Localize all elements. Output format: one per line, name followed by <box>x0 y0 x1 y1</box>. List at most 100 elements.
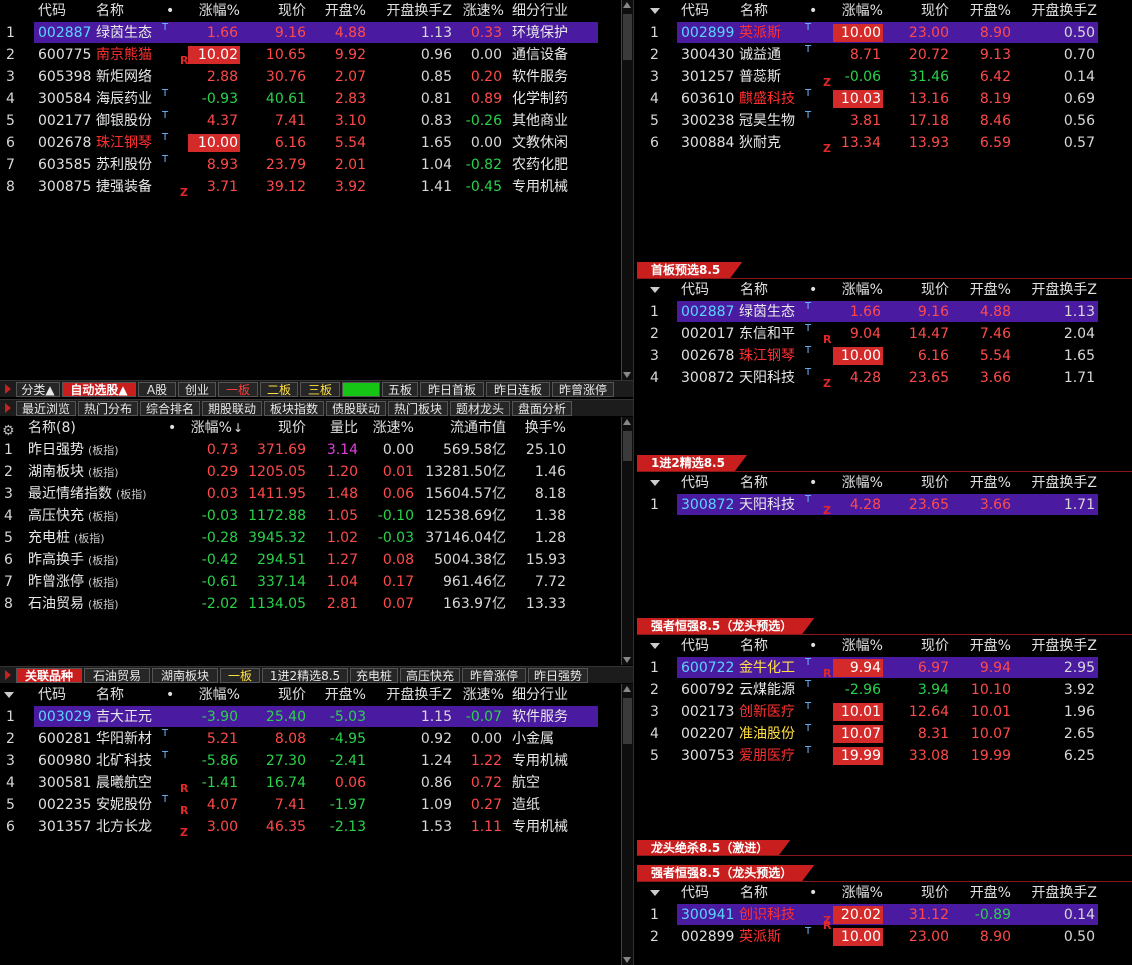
header-open-turnover[interactable]: 开盘换手Z <box>1017 0 1097 22</box>
tab-3[interactable]: 创业 <box>178 382 216 397</box>
tab-6[interactable]: 热门板块 <box>388 401 448 416</box>
tab-10[interactable]: 昨日连板 <box>486 382 550 397</box>
header-price[interactable]: 现价 <box>252 684 306 706</box>
sector-row[interactable]: 3 最近情绪指数 (板指) 0.03 1411.95 1.48 0.06 15604.57亿 8… <box>0 483 620 505</box>
tab-0[interactable]: 分类▲ <box>16 382 60 397</box>
sector-row[interactable]: 6 昨高换手 (板指) -0.42 294.51 1.27 0.08 5004.38亿 15.9… <box>0 549 620 571</box>
tab-8[interactable]: 盘面分析 <box>512 401 572 416</box>
scroll-down-arrow-icon[interactable] <box>623 657 631 663</box>
tab-6[interactable]: 三板 <box>300 382 340 397</box>
table-row[interactable]: 1 002887 绿茵生态 T 1.66 9.16 4.88 1.13 0.33 环境保护 <box>0 22 620 44</box>
table-row[interactable]: 4 300872 天阳科技 T Z 4.28 23.65 3.66 1.71 <box>637 367 1132 390</box>
table-row[interactable]: 4 002207 准油股份 T 10.07 8.31 10.07 2.65 <box>637 723 1132 745</box>
table-row[interactable]: 1 002899 英派斯 T 10.00 23.00 8.90 0.50 <box>637 22 1132 44</box>
panel-title-longtou[interactable]: 龙头绝杀8.5（激进） <box>637 840 790 856</box>
tab-1[interactable]: 自动选股▲ <box>62 382 136 397</box>
header-change-pct[interactable]: 涨幅% <box>829 0 883 22</box>
table-row[interactable]: 2 600775 南京熊猫 R 10.02 10.65 9.92 0.96 0.00 通信设备 <box>0 44 620 67</box>
collapse-triangle-icon[interactable] <box>4 692 14 698</box>
header-change-pct[interactable]: 涨幅% <box>829 635 883 657</box>
header-open-turnover[interactable]: 开盘换手Z <box>370 0 452 22</box>
header-price[interactable]: 现价 <box>893 635 949 657</box>
vertical-scrollbar[interactable] <box>621 0 633 380</box>
collapse-triangle-icon[interactable] <box>650 890 660 896</box>
header-vol-ratio[interactable]: 量比 <box>316 417 358 439</box>
tab-0[interactable]: 关联品种 <box>16 668 82 683</box>
tab-6[interactable]: 高压快充 <box>400 668 460 683</box>
header-change-pct[interactable]: 涨幅% <box>190 417 232 439</box>
panel-title[interactable]: 首板预选8.5 <box>637 262 742 278</box>
table-row[interactable]: 2 300430 诚益通 T 8.71 20.72 9.13 0.70 <box>637 44 1132 66</box>
tab-11[interactable]: 昨曾涨停 <box>552 382 614 397</box>
header-price[interactable]: 现价 <box>254 417 306 439</box>
header-change-pct[interactable]: 涨幅% <box>829 472 883 494</box>
table-row[interactable]: 1 300941 创识科技 Z R 20.02 31.12 -0.89 0.14 <box>637 904 1132 932</box>
panel-title[interactable]: 强者恒强8.5（龙头预选） <box>637 618 814 634</box>
table-row[interactable]: 7 603585 苏利股份 T 8.93 23.79 2.01 1.04 -0.82 农药化肥 <box>0 154 620 176</box>
tab-4[interactable]: 1进2精选8.5 <box>262 668 348 683</box>
tab-1[interactable]: 热门分布 <box>78 401 138 416</box>
vertical-scrollbar[interactable] <box>621 417 633 665</box>
scroll-up-arrow-icon[interactable] <box>623 2 631 8</box>
header-price[interactable]: 现价 <box>893 472 949 494</box>
header-open-pct[interactable]: 开盘% <box>955 882 1011 904</box>
table-row[interactable]: 6 301357 北方长龙 Z 3.00 46.35 -2.13 1.53 1.11 专用机械 <box>0 816 620 839</box>
table-row[interactable]: 6 002678 珠江钢琴 T 10.00 6.16 5.54 1.65 0.00 文教休闲 <box>0 132 620 154</box>
tab-3[interactable]: 一板 <box>220 668 260 683</box>
sector-row[interactable]: 5 充电桩 (板指) -0.28 3945.32 1.02 -0.03 37146.04亿 1.… <box>0 527 620 549</box>
vertical-scrollbar[interactable] <box>621 684 633 965</box>
header-change-pct[interactable]: 涨幅% <box>829 882 883 904</box>
tab-8[interactable]: 五板 <box>382 382 418 397</box>
table-row[interactable]: 1 600722 金牛化工 T R 9.94 6.97 9.94 2.95 <box>637 657 1132 680</box>
scroll-up-arrow-icon[interactable] <box>623 686 631 692</box>
header-industry[interactable]: 细分行业 <box>512 684 592 706</box>
tab-arrow-icon[interactable] <box>5 384 11 394</box>
header-price[interactable]: 现价 <box>893 0 949 22</box>
table-row[interactable]: 2 600792 云煤能源 T -2.96 3.94 10.10 3.92 <box>637 679 1132 701</box>
header-open-turnover[interactable]: 开盘换手Z <box>1017 472 1097 494</box>
table-row[interactable]: 4 300584 海辰药业 T -0.93 40.61 2.83 0.81 0.89 化学制药 <box>0 88 620 110</box>
tab-4[interactable]: 一板 <box>218 382 258 397</box>
table-row[interactable]: 8 300875 捷强装备 Z 3.71 39.12 3.92 1.41 -0.45 专用机械 <box>0 176 620 199</box>
header-open-pct[interactable]: 开盘% <box>955 472 1011 494</box>
collapse-triangle-icon[interactable] <box>650 8 660 14</box>
table-row[interactable]: 5 300238 冠昊生物 T 3.81 17.18 8.46 0.56 <box>637 110 1132 132</box>
header-price[interactable]: 现价 <box>252 0 306 22</box>
table-row[interactable]: 2 002017 东信和平 T R 9.04 14.47 7.46 2.04 <box>637 323 1132 346</box>
header-float-cap[interactable]: 流通市值 <box>430 417 506 439</box>
header-open-turnover[interactable]: 开盘换手Z <box>1017 635 1097 657</box>
tab-2[interactable]: A股 <box>138 382 176 397</box>
tab-7[interactable]: 题材龙头 <box>450 401 510 416</box>
table-row[interactable]: 1 002887 绿茵生态 T 1.66 9.16 4.88 1.13 <box>637 301 1132 323</box>
tab-5[interactable]: 二板 <box>260 382 298 397</box>
tab-9[interactable]: 昨日首板 <box>420 382 484 397</box>
scroll-thumb[interactable] <box>623 431 632 461</box>
collapse-triangle-icon[interactable] <box>650 480 660 486</box>
table-row[interactable]: 3 002678 珠江钢琴 T 10.00 6.16 5.54 1.65 <box>637 345 1132 367</box>
header-open-pct[interactable]: 开盘% <box>955 279 1011 301</box>
vertical-divider[interactable] <box>633 0 634 965</box>
table-row[interactable]: 3 600980 北矿科技 T -5.86 27.30 -2.41 1.24 1.22 专用机械 <box>0 750 620 772</box>
header-turnover[interactable]: 换手% <box>520 417 566 439</box>
header-open-turnover[interactable]: 开盘换手Z <box>1017 882 1097 904</box>
sort-desc-icon[interactable]: ↓ <box>233 417 243 439</box>
header-change-pct[interactable]: 涨幅% <box>829 279 883 301</box>
header-open-pct[interactable]: 开盘% <box>312 684 366 706</box>
table-row[interactable]: 5 300753 爱朋医疗 T 19.99 33.08 19.99 6.25 <box>637 745 1132 767</box>
header-speed[interactable]: 涨速% <box>456 684 504 706</box>
table-row[interactable]: 1 003029 吉大正元 -3.90 25.40 -5.03 1.15 -0.07 软件服务 <box>0 706 620 728</box>
table-row[interactable]: 4 300581 晨曦航空 R -1.41 16.74 0.06 0.86 0.72 航空 <box>0 772 620 795</box>
sector-row[interactable]: 8 石油贸易 (板指) -2.02 1134.05 2.81 0.07 163.97亿 13.3… <box>0 593 620 615</box>
header-price[interactable]: 现价 <box>893 279 949 301</box>
table-row[interactable]: 3 605398 新炬网络 2.88 30.76 2.07 0.85 0.20 软件服务 <box>0 66 620 88</box>
sector-row[interactable]: 1 昨日强势 (板指) 0.73 371.69 3.14 0.00 569.58亿 25.10 <box>0 439 620 461</box>
sector-row[interactable]: 7 昨曾涨停 (板指) -0.61 337.14 1.04 0.17 961.46亿 7.72 <box>0 571 620 593</box>
tab-2[interactable]: 综合排名 <box>140 401 200 416</box>
panel-title[interactable]: 强者恒强8.5（龙头预选） <box>637 865 814 881</box>
sector-row[interactable]: 4 高压快充 (板指) -0.03 1172.88 1.05 -0.10 12538.69亿 1… <box>0 505 620 527</box>
collapse-triangle-icon[interactable] <box>650 643 660 649</box>
scroll-thumb[interactable] <box>623 14 632 60</box>
table-row[interactable]: 3 002173 创新医疗 T 10.01 12.64 10.01 1.96 <box>637 701 1132 723</box>
tab-arrow-icon[interactable] <box>5 670 11 680</box>
table-row[interactable]: 3 301257 普蕊斯 Z -0.06 31.46 6.42 0.14 <box>637 66 1132 89</box>
